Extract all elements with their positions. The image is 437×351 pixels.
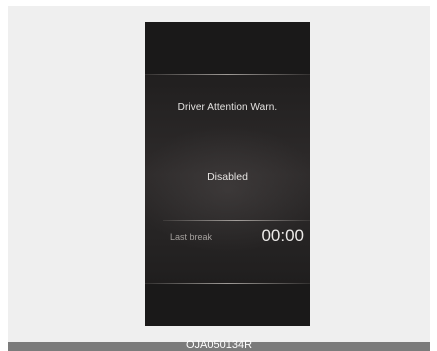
display-bottom-bar bbox=[145, 284, 310, 326]
last-break-label: Last break bbox=[170, 232, 213, 242]
break-divider bbox=[163, 220, 310, 221]
display-top-bar bbox=[145, 22, 310, 74]
status-text: Disabled bbox=[207, 171, 248, 183]
figure-frame: Driver Attention Warn. Disabled Last bre… bbox=[8, 6, 430, 342]
last-break-value: 00:00 bbox=[261, 226, 304, 245]
caption-bar: OJA050134R bbox=[8, 339, 430, 351]
top-divider bbox=[145, 74, 310, 75]
screen-title: Driver Attention Warn. bbox=[177, 102, 278, 113]
figure-code: OJA050134R bbox=[185, 339, 253, 351]
cluster-display: Driver Attention Warn. Disabled Last bre… bbox=[145, 22, 310, 326]
